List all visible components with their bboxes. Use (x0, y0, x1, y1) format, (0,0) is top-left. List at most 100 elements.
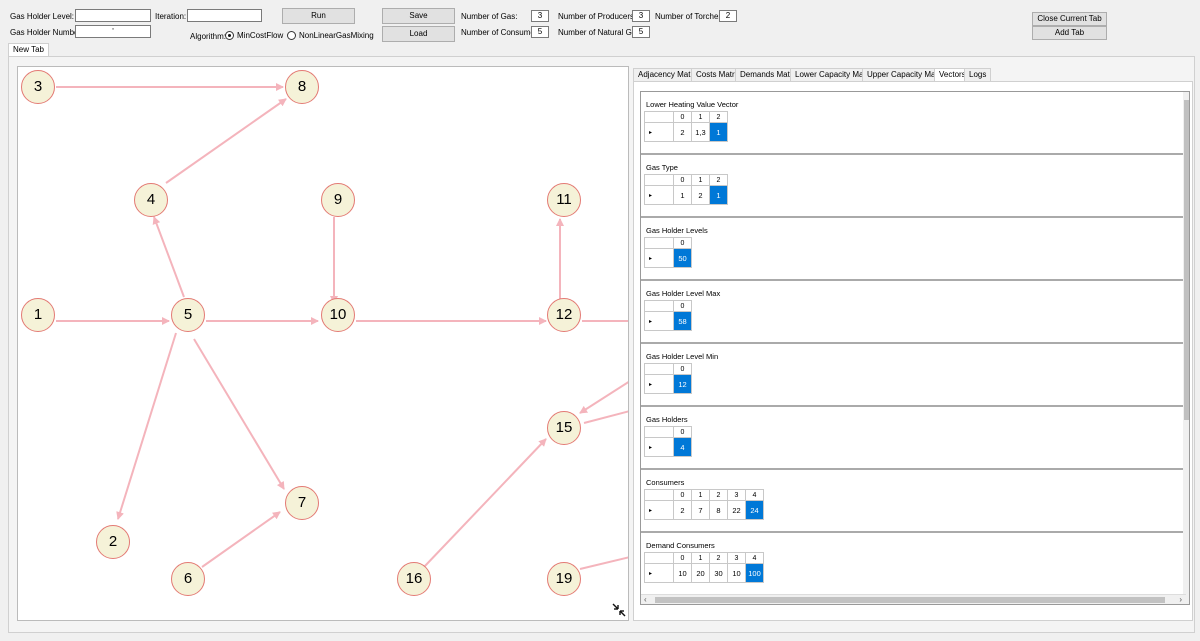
vector-grid[interactable]: 0 ▸ 12 (644, 363, 692, 394)
num-torches-label: Number of Torches: (655, 12, 725, 21)
gas-holder-level-label: Gas Holder Level: (10, 12, 75, 21)
add-tab-button[interactable]: Add Tab (1032, 26, 1107, 40)
scroll-left-icon[interactable]: ‹ (644, 595, 647, 604)
grid-cell-selected[interactable]: 24 (745, 500, 764, 520)
grid-cell-selected[interactable]: 12 (673, 374, 692, 394)
grid-col-header: 1 (691, 552, 710, 564)
grid-cell-selected[interactable]: 58 (673, 311, 692, 331)
run-button[interactable]: Run (282, 8, 355, 24)
num-torches-field[interactable]: 2 (719, 10, 737, 22)
side-panel: Adjacency Matrix Costs Matrix Demands Ma… (633, 66, 1193, 621)
vector-title: Lower Heating Value Vector (646, 100, 739, 109)
tab-logs[interactable]: Logs (964, 68, 992, 81)
vector-title: Gas Holder Levels (646, 226, 708, 235)
grid-col-header: 4 (745, 489, 764, 501)
vertical-scroll-thumb[interactable] (1184, 100, 1189, 420)
grid-cell-selected[interactable]: 100 (745, 563, 764, 583)
node-15[interactable]: 15 (547, 411, 581, 445)
grid-col-header: 0 (673, 111, 692, 123)
grid-cell[interactable]: 8 (709, 500, 728, 520)
algo-mincostflow-radio[interactable]: MinCostFlow (225, 30, 283, 41)
horizontal-scrollbar[interactable]: ‹ › (641, 594, 1186, 604)
vector-grid[interactable]: 01234 ▸ 10 20 30 10 100 (644, 552, 764, 583)
grid-cell-selected[interactable]: 4 (673, 437, 692, 457)
grid-cell[interactable]: 2 (673, 500, 692, 520)
load-button[interactable]: Load (382, 26, 455, 42)
num-consumers-field[interactable]: 5 (531, 26, 549, 38)
scroll-right-icon[interactable]: › (1179, 595, 1182, 604)
tab-new-tab[interactable]: New Tab (8, 43, 49, 56)
edge-5-7 (193, 338, 285, 490)
vectors-panel: Lower Heating Value Vector 012 ▸ 2 1,3 1 Ga… (640, 91, 1190, 605)
grid-cell[interactable]: 2 (673, 122, 692, 142)
num-producers-field[interactable]: 3 (632, 10, 650, 22)
grid-cell-selected[interactable]: 1 (709, 185, 728, 205)
grid-cell[interactable]: 20 (691, 563, 710, 583)
grid-cell[interactable]: 10 (673, 563, 692, 583)
node-4[interactable]: 4 (134, 183, 168, 217)
node-6[interactable]: 6 (171, 562, 205, 596)
radio-unchecked-icon (287, 31, 296, 40)
grid-cell[interactable]: 7 (691, 500, 710, 520)
grid-cell[interactable]: 2 (691, 185, 710, 205)
grid-corner (644, 111, 674, 123)
edge-6-7 (201, 511, 281, 568)
iteration-input[interactable] (187, 9, 262, 22)
node-19[interactable]: 19 (547, 562, 581, 596)
vector-consumers: Consumers 01234 ▸ 2 7 8 22 24 (641, 470, 1186, 533)
node-3[interactable]: 3 (21, 70, 55, 104)
vector-title: Gas Holder Level Max (646, 289, 721, 298)
node-8[interactable]: 8 (285, 70, 319, 104)
grid-cell[interactable]: 10 (727, 563, 746, 583)
row-marker-icon[interactable]: ▸ (644, 374, 674, 394)
row-marker-icon[interactable]: ▸ (644, 563, 674, 583)
vector-grid[interactable]: 0 ▸ 58 (644, 300, 692, 331)
horizontal-scroll-thumb[interactable] (655, 597, 1165, 603)
grid-cell[interactable]: 30 (709, 563, 728, 583)
edge-19-offscreen (579, 556, 628, 570)
node-10[interactable]: 10 (321, 298, 355, 332)
grid-cell-selected[interactable]: 50 (673, 248, 692, 268)
algo-nonlinear-radio[interactable]: NonLinearGasMixing (287, 30, 374, 41)
vector-grid[interactable]: 012 ▸ 1 2 1 (644, 174, 728, 205)
num-producers-label: Number of Producers: (558, 12, 637, 21)
vertical-scrollbar[interactable] (1183, 92, 1189, 604)
row-marker-icon[interactable]: ▸ (644, 500, 674, 520)
vector-grid[interactable]: 0 ▸ 4 (644, 426, 692, 457)
grid-corner (644, 489, 674, 501)
close-current-tab-button[interactable]: Close Current Tab (1032, 12, 1107, 26)
grid-cell[interactable]: 1 (673, 185, 692, 205)
node-1[interactable]: 1 (21, 298, 55, 332)
node-2[interactable]: 2 (96, 525, 130, 559)
vector-grid[interactable]: 01234 ▸ 2 7 8 22 24 (644, 489, 764, 520)
grid-cell[interactable]: 1,3 (691, 122, 710, 142)
row-marker-icon[interactable]: ▸ (644, 248, 674, 268)
resize-icon[interactable] (612, 603, 626, 617)
row-marker-icon[interactable]: ▸ (644, 122, 674, 142)
grid-corner (644, 237, 674, 249)
graph-canvas[interactable]: 3 8 4 9 11 1 5 10 12 15 7 2 6 16 19 (17, 66, 629, 621)
grid-cell[interactable]: 22 (727, 500, 746, 520)
num-gas-field[interactable]: 3 (531, 10, 549, 22)
node-12[interactable]: 12 (547, 298, 581, 332)
grid-cell-selected[interactable]: 1 (709, 122, 728, 142)
row-marker-icon[interactable]: ▸ (644, 437, 674, 457)
node-9[interactable]: 9 (321, 183, 355, 217)
vector-grid[interactable]: 0 ▸ 50 (644, 237, 692, 268)
num-natural-gas-field[interactable]: 5 (632, 26, 650, 38)
grid-col-header: 0 (673, 552, 692, 564)
save-button[interactable]: Save (382, 8, 455, 24)
gas-holder-number-label: Gas Holder Number: (10, 28, 84, 37)
node-7[interactable]: 7 (285, 486, 319, 520)
grid-corner (644, 426, 674, 438)
node-5[interactable]: 5 (171, 298, 205, 332)
gas-holder-number-input[interactable]: ' (75, 25, 151, 38)
row-marker-icon[interactable]: ▸ (644, 311, 674, 331)
gas-holder-level-input[interactable] (75, 9, 151, 22)
vector-title: Demand Consumers (646, 541, 715, 550)
vector-gas-type: Gas Type 012 ▸ 1 2 1 (641, 155, 1186, 218)
row-marker-icon[interactable]: ▸ (644, 185, 674, 205)
node-16[interactable]: 16 (397, 562, 431, 596)
node-11[interactable]: 11 (547, 183, 581, 217)
vector-grid[interactable]: 012 ▸ 2 1,3 1 (644, 111, 728, 142)
